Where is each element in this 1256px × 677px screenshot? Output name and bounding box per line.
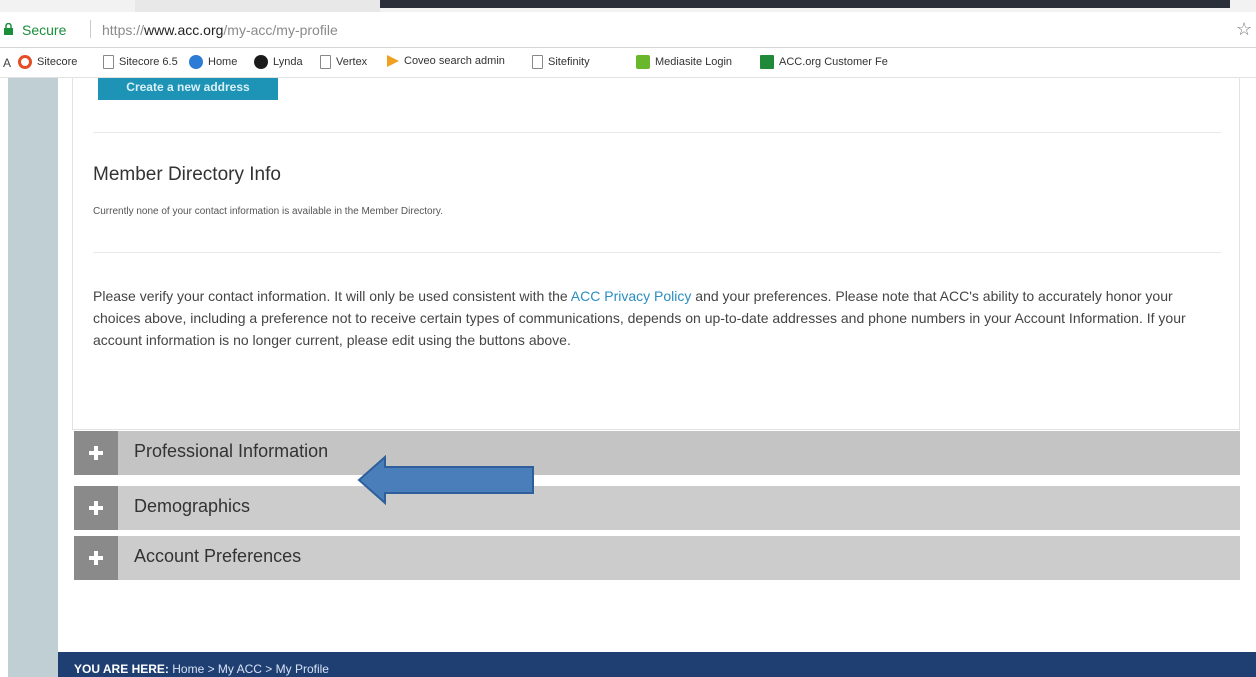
plus-icon[interactable]: [74, 431, 118, 475]
bookmark-label: Mediasite Login: [655, 56, 733, 68]
url-scheme: https://: [102, 22, 145, 38]
bookmarks-bar: A Sitecore Sitecore 6.5 Home Lynda Verte…: [0, 48, 1256, 78]
divider: [93, 252, 1221, 253]
url-host: www.acc.org: [144, 22, 224, 38]
browser-tabstrip: [0, 0, 1256, 12]
plus-icon[interactable]: [74, 536, 118, 580]
bookmark-label: Lynda: [273, 56, 303, 68]
mediasite-icon: [636, 55, 650, 69]
address-separator: [90, 20, 91, 38]
member-directory-note: Currently none of your contact informati…: [93, 206, 443, 217]
bookmark-lynda[interactable]: Lynda: [254, 55, 303, 69]
bookmark-home[interactable]: Home: [189, 55, 237, 69]
lynda-icon: [254, 55, 268, 69]
accordion-label: Professional Information: [134, 441, 329, 461]
bookmark-label: Coveo search admin: [404, 55, 505, 67]
accorg-icon: [760, 55, 774, 69]
coveo-icon: [387, 55, 399, 67]
member-directory-title: Member Directory Info: [93, 164, 281, 185]
bookmark-vertex[interactable]: Vertex: [320, 55, 367, 69]
bookmark-sitecore-65[interactable]: Sitecore 6.5: [103, 55, 178, 69]
breadcrumb-path[interactable]: Home > My ACC > My Profile: [172, 662, 329, 676]
lock-icon: [4, 23, 13, 35]
accordion-label: Account Preferences: [134, 546, 302, 566]
page-icon: [320, 55, 331, 69]
accordion-account-preferences[interactable]: Account Preferences: [74, 536, 1240, 580]
accordion-label: Demographics: [134, 496, 251, 516]
bookmark-coveo[interactable]: Coveo search admin: [387, 55, 505, 67]
sitecore-icon: [18, 55, 32, 69]
browser-tab-active[interactable]: [135, 0, 380, 12]
secure-label[interactable]: Secure: [22, 22, 66, 38]
bookmark-star-icon[interactable]: ☆: [1236, 19, 1252, 40]
bookmark-label: Sitecore 6.5: [119, 56, 178, 68]
browser-tab-bar: [380, 0, 1230, 8]
bookmark-mediasite[interactable]: Mediasite Login: [636, 55, 732, 69]
bookmark-label: Home: [208, 56, 238, 68]
page-content: Create a new address Member Directory In…: [0, 78, 1256, 677]
page-icon: [103, 55, 114, 69]
verify-text-part1: Please verify your contact information. …: [93, 288, 571, 304]
url-path: /my-acc/my-profile: [223, 22, 338, 38]
create-address-button[interactable]: Create a new address: [98, 78, 278, 100]
bookmark-label: ACC.org Customer Fe: [779, 56, 888, 68]
bookmarks-apps-label[interactable]: A: [3, 56, 11, 70]
left-edge: [0, 78, 8, 677]
plus-icon[interactable]: [74, 486, 118, 530]
privacy-policy-link[interactable]: ACC Privacy Policy: [571, 288, 692, 304]
page-icon: [532, 55, 543, 69]
bookmark-sitefinity[interactable]: Sitefinity: [532, 55, 590, 69]
bookmark-sitecore[interactable]: Sitecore: [18, 55, 77, 69]
annotation-arrow-left-icon: [357, 455, 534, 505]
profile-card: Create a new address Member Directory In…: [72, 78, 1240, 430]
home-icon: [189, 55, 203, 69]
address-bar[interactable]: Secure https://www.acc.org/my-acc/my-pro…: [0, 12, 1256, 48]
accordion-demographics[interactable]: Demographics: [74, 486, 1240, 530]
bookmark-label: Sitefinity: [548, 56, 590, 68]
left-rail: [8, 78, 58, 677]
accordion-professional-information[interactable]: Professional Information: [74, 431, 1240, 475]
verify-contact-text: Please verify your contact information. …: [93, 285, 1221, 351]
divider: [93, 132, 1221, 133]
footer-breadcrumb-bar: YOU ARE HERE: Home > My ACC > My Profile: [58, 652, 1256, 677]
bookmark-label: Vertex: [336, 56, 368, 68]
bookmark-accorg[interactable]: ACC.org Customer Fe: [760, 55, 888, 69]
bookmark-label: Sitecore: [37, 56, 78, 68]
you-are-here-label: YOU ARE HERE:: [74, 662, 169, 676]
breadcrumb: YOU ARE HERE: Home > My ACC > My Profile: [74, 662, 329, 676]
url-text[interactable]: https://www.acc.org/my-acc/my-profile: [102, 22, 338, 38]
